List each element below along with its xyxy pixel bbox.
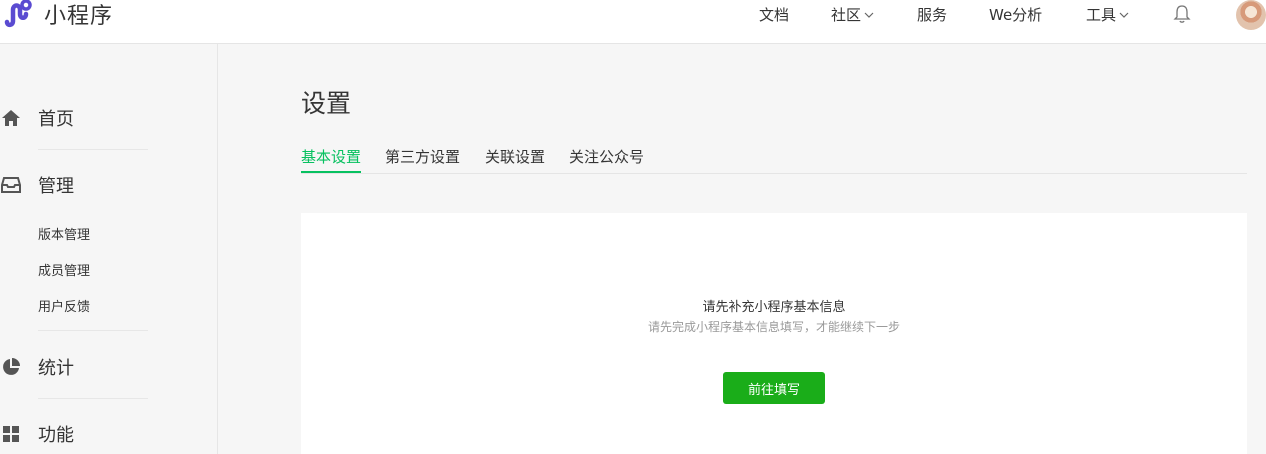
tab-association-settings[interactable]: 关联设置 (485, 146, 545, 173)
page-title: 设置 (301, 89, 352, 118)
nav-services-label: 服务 (917, 5, 948, 24)
home-icon (0, 107, 22, 129)
sidebar-item-label: 管理 (38, 176, 74, 197)
tab-basic-settings[interactable]: 基本设置 (301, 146, 362, 173)
tab-third-party-settings[interactable]: 第三方设置 (385, 146, 460, 173)
sidebar-item-home[interactable]: 首页 (0, 105, 74, 131)
divider (38, 398, 148, 399)
settings-tabs: 基本设置 第三方设置 关联设置 关注公众号 (301, 146, 1247, 174)
chevron-down-icon (1119, 5, 1129, 23)
notice-title: 请先补充小程序基本信息 (702, 300, 846, 315)
sidebar-item-label: 统计 (38, 358, 74, 379)
grid-icon (0, 423, 22, 445)
sidebar-subitem-feedback[interactable]: 用户反馈 (38, 296, 90, 315)
inbox-icon (0, 174, 22, 196)
chevron-down-icon (864, 5, 874, 23)
sidebar-item-features[interactable]: 功能 (0, 421, 74, 447)
nav-docs[interactable]: 文档 (759, 4, 789, 25)
nav-tools[interactable]: 工具 (1086, 4, 1129, 25)
logo[interactable]: 小程序 (2, 0, 114, 29)
nav-tools-label: 工具 (1086, 5, 1117, 24)
tab-follow-official-account[interactable]: 关注公众号 (569, 146, 644, 173)
notice-card: 请先补充小程序基本信息 请先完成小程序基本信息填写，才能继续下一步 前往填写 (301, 213, 1247, 454)
go-fill-button[interactable]: 前往填写 (723, 372, 825, 404)
nav-docs-label: 文档 (759, 5, 790, 24)
nav-services[interactable]: 服务 (917, 4, 947, 25)
avatar[interactable] (1236, 0, 1266, 30)
mini-program-logo-icon (2, 0, 36, 28)
nav-community[interactable]: 社区 (831, 4, 874, 25)
top-navbar: 小程序 文档 社区 服务 We分析 工具 (0, 0, 1266, 44)
nav-we-analytics-label: We分析 (989, 5, 1043, 24)
sidebar-subitem-members[interactable]: 成员管理 (38, 260, 90, 279)
notice-subtitle: 请先完成小程序基本信息填写，才能继续下一步 (647, 320, 900, 334)
logo-text: 小程序 (44, 4, 114, 29)
sidebar-item-manage[interactable]: 管理 (0, 172, 74, 198)
sidebar: 首页 管理 版本管理 成员管理 用户反馈 统计 功能 (0, 44, 218, 454)
divider (38, 149, 148, 150)
nav-community-label: 社区 (831, 5, 862, 24)
divider (38, 330, 148, 331)
bell-icon[interactable] (1173, 4, 1191, 28)
nav-we-analytics[interactable]: We分析 (989, 4, 1042, 25)
sidebar-item-label: 功能 (38, 425, 74, 446)
sidebar-item-stats[interactable]: 统计 (0, 354, 74, 380)
sidebar-subitem-versions[interactable]: 版本管理 (38, 224, 90, 243)
pie-chart-icon (0, 356, 22, 378)
sidebar-item-label: 首页 (38, 109, 74, 130)
